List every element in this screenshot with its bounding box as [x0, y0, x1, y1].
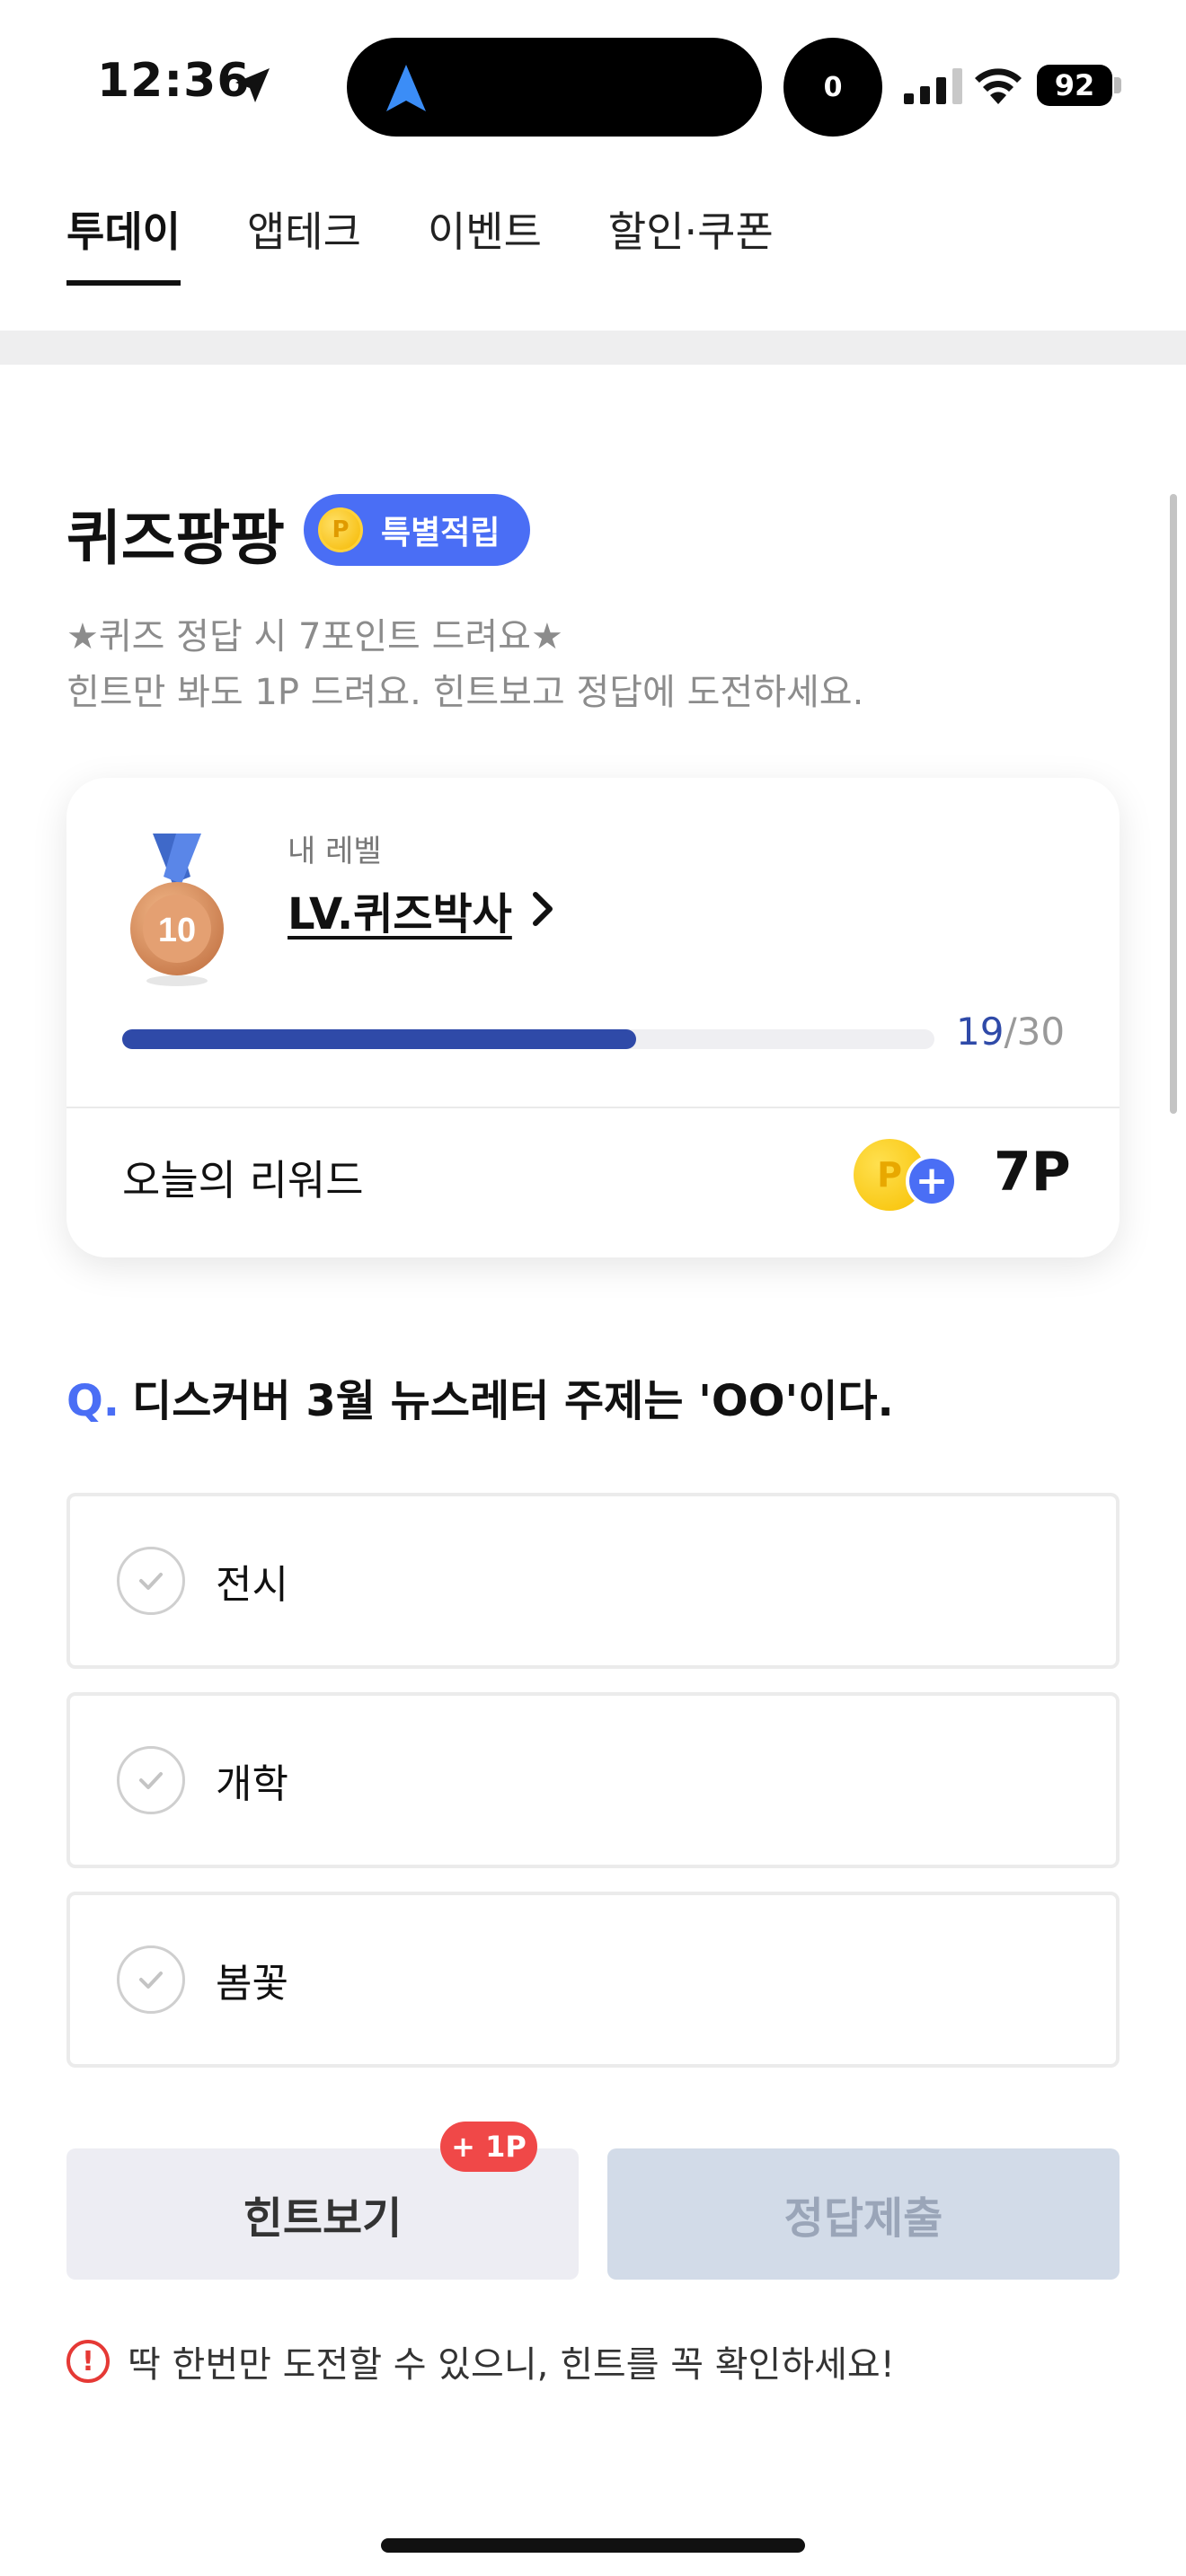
check-circle-icon[interactable] [117, 1547, 185, 1615]
island-badge: 0 [783, 38, 882, 137]
answer-option-1[interactable]: 전시 [66, 1493, 1120, 1669]
today-reward-label: 오늘의 리워드 [122, 1156, 364, 1204]
quiz-question: Q. 디스커버 3월 뉴스레터 주제는 'OO'이다. [66, 1365, 894, 1428]
battery-tip [1114, 77, 1121, 93]
status-bar: 12:36 0 92 [0, 0, 1186, 171]
chevron-right-icon[interactable] [527, 887, 559, 931]
check-circle-icon[interactable] [117, 1945, 185, 2014]
quiz-description-line-1: ★퀴즈 정답 시 7포인트 드려요★ [66, 616, 563, 657]
section-divider [0, 331, 1186, 365]
answer-option-label: 봄꽃 [216, 1961, 288, 2007]
answer-option-3[interactable]: 봄꽃 [66, 1892, 1120, 2068]
level-progress-bar [122, 1029, 934, 1049]
status-time: 12:36 [97, 54, 251, 108]
answer-option-label: 개학 [216, 1761, 288, 1807]
tab-discount-coupon[interactable]: 할인·쿠폰 [608, 199, 774, 286]
answer-option-2[interactable]: 개학 [66, 1692, 1120, 1868]
quiz-description-line-2: 힌트만 봐도 1P 드려요. 힌트보고 정답에 도전하세요. [66, 672, 864, 713]
checkmark-icon [139, 1573, 163, 1590]
alert-icon: ! [66, 2340, 110, 2383]
battery-indicator: 92 [1037, 65, 1112, 106]
special-reward-badge: P 특별적립 [304, 494, 530, 566]
question-text: 디스커버 3월 뉴스레터 주제는 'OO'이다. [132, 1376, 894, 1426]
question-prefix: Q. [66, 1376, 120, 1426]
warning-text: 딱 한번만 도전할 수 있으니, 힌트를 꼭 확인하세요! [128, 2344, 895, 2386]
medal-icon: 10 [130, 834, 224, 986]
medal-number: 10 [158, 912, 196, 949]
tab-apptech[interactable]: 앱테크 [247, 199, 361, 286]
answer-option-label: 전시 [216, 1562, 288, 1608]
level-card: 10 내 레벨 LV.퀴즈박사 19/30 오늘의 리워드 P + 7P [66, 778, 1120, 1257]
location-arrow-icon [235, 68, 270, 102]
submit-answer-button[interactable]: 정답제출 [607, 2148, 1120, 2280]
quiz-description: ★퀴즈 정답 시 7포인트 드려요★ 힌트만 봐도 1P 드려요. 힌트보고 정… [66, 609, 863, 720]
hint-point-badge: + 1P [440, 2122, 537, 2172]
check-circle-icon[interactable] [117, 1746, 185, 1814]
level-name-link[interactable]: LV.퀴즈박사 [288, 878, 512, 941]
level-progress-fill [122, 1029, 637, 1049]
checkmark-icon [139, 1772, 163, 1789]
plus-icon: + [906, 1155, 958, 1207]
tab-event[interactable]: 이벤트 [428, 199, 542, 286]
home-indicator[interactable] [381, 2538, 805, 2553]
scrollbar[interactable] [1170, 494, 1177, 1114]
progress-current: 19 [956, 1010, 1005, 1054]
card-divider [66, 1107, 1120, 1108]
wifi-icon [975, 68, 1022, 104]
navigation-arrow-icon [386, 65, 426, 111]
my-level-caption: 내 레벨 [288, 834, 382, 869]
tab-today[interactable]: 투데이 [66, 199, 181, 286]
point-coin-icon: P [318, 507, 363, 552]
tab-bar: 투데이 앱테크 이벤트 할인·쿠폰 [66, 199, 840, 286]
level-progress-count: 19/30 [956, 1010, 1065, 1054]
progress-total: 30 [1016, 1010, 1066, 1054]
checkmark-icon [139, 1972, 163, 1989]
warning-notice: ! 딱 한번만 도전할 수 있으니, 힌트를 꼭 확인하세요! [66, 2335, 895, 2387]
dynamic-island [347, 38, 762, 137]
progress-separator: / [1004, 1010, 1017, 1054]
today-reward-value: 7P [994, 1141, 1071, 1204]
special-badge-label: 특별적립 [381, 515, 500, 551]
quiz-title: 퀴즈팡팡 [66, 504, 285, 573]
cellular-signal-icon [904, 68, 962, 104]
